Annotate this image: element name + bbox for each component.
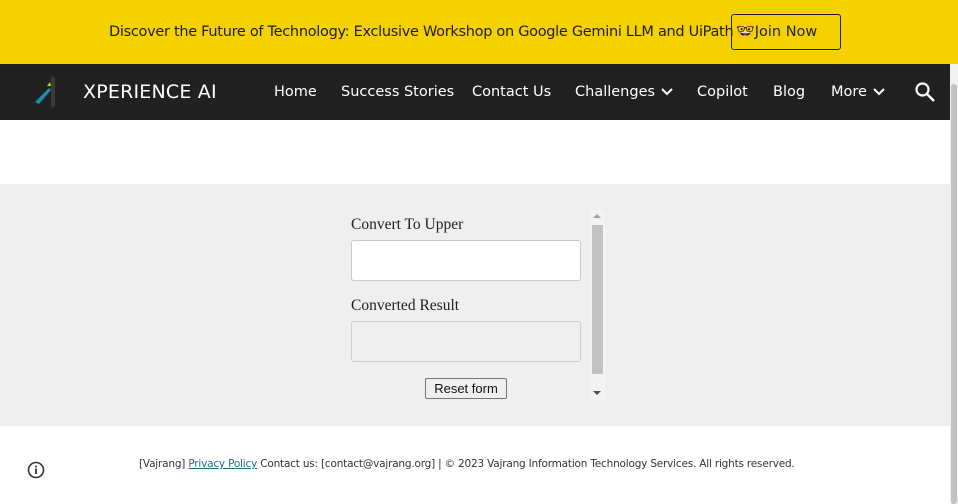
page-scrollbar-thumb[interactable] [951, 84, 957, 504]
scroll-down-arrow-icon[interactable] [593, 391, 601, 395]
nav-contact-us-label: Contact Us [472, 84, 552, 100]
converted-result-label: Converted Result [351, 297, 460, 314]
nav-contact-us[interactable]: Contact Us [472, 84, 551, 100]
scroll-up-arrow-icon[interactable] [593, 214, 601, 218]
nav-blog-label: Blog [773, 84, 806, 100]
footer-prefix: [Vajrang] [139, 458, 186, 470]
nav-home-label: Home [274, 84, 317, 100]
frame-scrollbar-thumb[interactable] [592, 225, 603, 374]
chevron-down-icon [873, 88, 885, 96]
search-icon[interactable] [914, 81, 936, 103]
join-now-button[interactable]: Join Now [731, 14, 841, 50]
footer-text: [Vajrang] Privacy Policy Contact us: [co… [139, 458, 795, 470]
brand-name[interactable]: XPERIENCE AI [83, 81, 217, 103]
nav-challenges-label: Challenges [575, 84, 656, 100]
chevron-down-icon [661, 88, 673, 96]
banner-text: Discover the Future of Technology: Exclu… [109, 22, 755, 40]
nav-success-stories[interactable]: Success Stories [341, 84, 454, 100]
info-icon[interactable] [27, 461, 45, 479]
nav-copilot[interactable]: Copilot [697, 84, 748, 100]
top-navigation: XPERIENCE AI Home Success Stories Contac… [0, 64, 950, 120]
footer-copyright: Contact us: [contact@vajrang.org] | © 20… [260, 458, 795, 470]
nav-challenges[interactable]: Challenges [575, 84, 673, 100]
privacy-policy-link[interactable]: Privacy Policy [188, 458, 257, 470]
logo-icon[interactable] [31, 74, 63, 110]
nav-more-label: More [831, 84, 867, 100]
nav-more[interactable]: More [831, 84, 885, 100]
convert-to-upper-input[interactable] [351, 240, 581, 281]
banner-message: Discover the Future of Technology: Exclu… [109, 24, 734, 40]
nav-blog[interactable]: Blog [773, 84, 805, 100]
nav-success-stories-label: Success Stories [341, 84, 455, 100]
announcement-banner: Discover the Future of Technology: Exclu… [0, 0, 958, 64]
nav-home[interactable]: Home [274, 84, 317, 100]
converted-result-field[interactable] [351, 321, 581, 362]
reset-form-button[interactable]: Reset form [425, 378, 507, 399]
nav-copilot-label: Copilot [697, 84, 748, 100]
convert-input-label: Convert To Upper [351, 216, 464, 233]
